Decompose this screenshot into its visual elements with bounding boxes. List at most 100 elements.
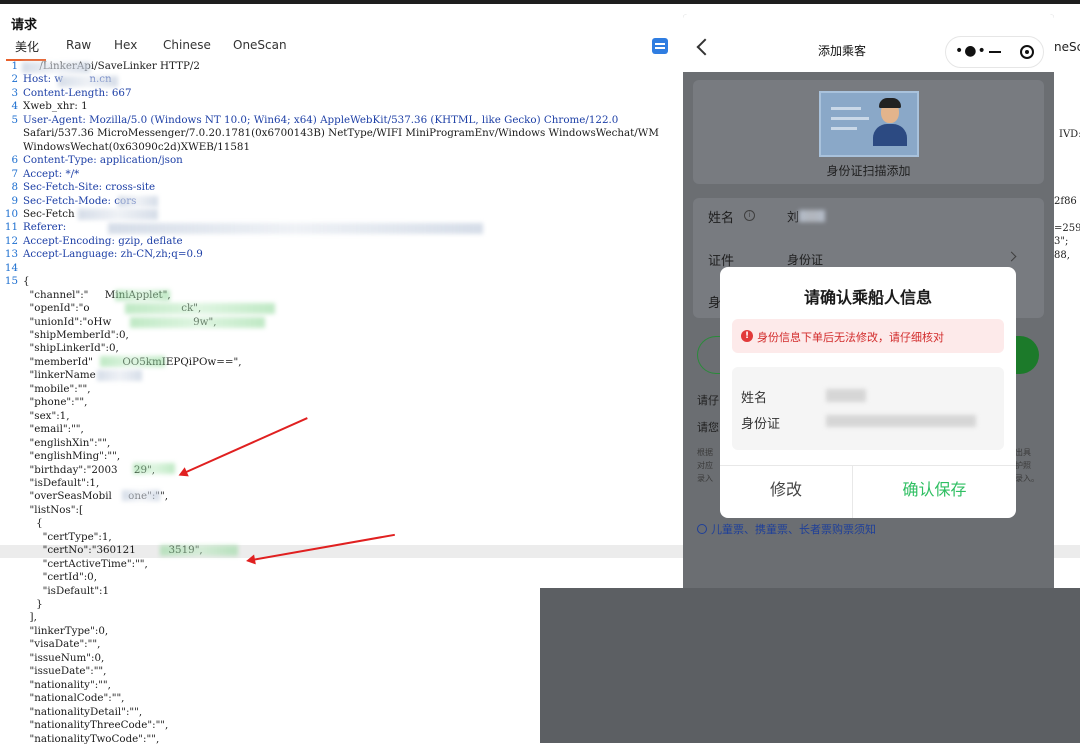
notice-left: 根据 对应 录入 [697,446,713,485]
code-line: "shipLinkerId":0, [0,342,119,356]
code-text: "issueNum":0, [23,652,104,664]
code-text: Sec-Fetch [23,208,75,220]
code-text: "shipMemberId":0, [23,329,129,341]
tab-beautify[interactable]: 美化 [15,38,39,55]
code-text: "englishXin":"", [23,437,110,449]
line-number: 11 [0,221,18,233]
code-line: "nationalityThreeCode":"", [0,719,168,733]
code-text: "linkerType":0, [23,625,108,637]
code-text: "certType":1, [23,531,112,543]
redaction [22,62,90,73]
code-fragment-c: 3"; [1054,236,1072,247]
code-text: } [23,598,43,610]
code-line: "shipMemberId":0, [0,329,129,343]
code-text: "linkerName [23,369,96,381]
minimize-icon[interactable] [989,51,1001,53]
code-line: "email":"", [0,423,84,437]
word-wrap-icon[interactable] [652,38,668,54]
code-text: "visaDate":"", [23,638,100,650]
code-line: "phone":"", [0,396,87,410]
redaction [160,545,238,556]
code-line: 13Accept-Language: zh-CN,zh;q=0.9 [0,248,203,262]
dialog-title: 请确认乘船人信息 [720,284,1016,308]
tab-raw[interactable]: Raw [66,38,91,52]
code-text: "nationalityDetail":"", [23,706,142,718]
code-line: "isDefault":1, [0,477,99,491]
summary-id-label: 身份证 [741,413,780,432]
code-line: "certType":1, [0,531,112,545]
redaction [118,196,158,207]
panel-title: 请求 [11,14,37,33]
info-circle-icon [697,524,707,534]
code-line: } [0,598,43,612]
close-icon[interactable] [1020,45,1034,59]
code-line: WindowsWechat(0x63090c2d)XWEB/11581 [0,141,250,155]
code-line: "nationalityTwoCode":"", [0,733,159,746]
code-line: "mobile":"", [0,383,90,397]
code-line: 5User-Agent: Mozilla/5.0 (Windows NT 10.… [0,114,618,128]
code-text: Referer: [23,221,66,233]
name-value[interactable]: 刘 [787,208,799,225]
code-text: Content-Length: 667 [23,87,132,99]
child-ticket-link[interactable]: 儿童票、携童票、长者票购票须知 [697,521,876,537]
code-text: "phone":"", [23,396,87,408]
redaction [130,317,265,328]
code-fragment-d: 88, [1054,250,1073,261]
code-text: "mobile":"", [23,383,90,395]
code-line: "linkerType":0, [0,625,108,639]
tab-onescan-partial: neScan [1054,40,1080,54]
tab-onescan[interactable]: OneScan [233,38,287,52]
code-text: "isDefault":1, [23,477,99,489]
code-text: "nationalCode":"", [23,692,124,704]
notice-right: 出具 护照 录入。 [1015,446,1039,485]
line-number: 8 [0,181,18,193]
code-text: "certActiveTime":"", [23,558,148,570]
code-line: "nationality":"", [0,679,111,693]
code-fragment-a: 2f86 [1054,196,1077,207]
tab-hex[interactable]: Hex [114,38,137,52]
code-text: User-Agent: Mozilla/5.0 (Windows NT 10.0… [23,114,618,126]
code-text: "listNos":[ [23,504,83,516]
edit-button[interactable]: 修改 [720,465,852,518]
code-text: Accept-Language: zh-CN,zh;q=0.9 [23,248,203,260]
code-line: "linkerName [0,369,96,383]
code-line: "issueDate":"", [0,665,106,679]
line-number: 6 [0,154,18,166]
code-text: "shipLinkerId":0, [23,342,119,354]
code-line: 14 [0,262,23,276]
code-line: "englishXin":"", [0,437,110,451]
code-line: "listNos":[ [0,504,83,518]
line-number: 14 [0,262,18,274]
code-line: 15{ [0,275,30,289]
more-icon[interactable]: •●• [955,43,987,59]
tab-chinese[interactable]: Chinese [163,38,211,52]
line-number: 7 [0,168,18,180]
code-text: "sex":1, [23,410,70,422]
line-number: 3 [0,87,18,99]
code-line: 10 Sec-Fetch [0,208,75,222]
mini-program-header: 添加乘客 •●• [683,14,1054,72]
code-line: 6Content-Type: application/json [0,154,183,168]
confirm-save-button[interactable]: 确认保存 [853,465,1016,518]
tip-text-1: 请仔 [697,392,719,408]
id-card-icon [819,91,919,157]
code-line: "visaDate":"", [0,638,100,652]
annotation-arrow [184,417,308,474]
code-line: "certId":0, [0,571,97,585]
info-icon[interactable]: i [744,210,755,221]
passenger-summary: 姓名 身份证 [732,367,1004,450]
redaction [97,370,142,381]
redaction [826,389,866,402]
redaction [100,356,165,367]
cert-type-value[interactable]: 身份证 [787,251,823,268]
code-line: ], [0,611,37,625]
code-text: "nationality":"", [23,679,111,691]
code-text: WindowsWechat(0x63090c2d)XWEB/11581 [23,141,250,153]
summary-name-label: 姓名 [741,387,767,406]
code-text: Accept: */* [23,168,79,180]
code-text: ], [23,611,37,623]
code-line: 9Sec-Fetch-Mode: cors [0,195,136,209]
line-number: 10 [0,208,18,220]
code-line: "issueNum":0, [0,652,104,666]
tip-text-2: 请您 [697,419,719,435]
